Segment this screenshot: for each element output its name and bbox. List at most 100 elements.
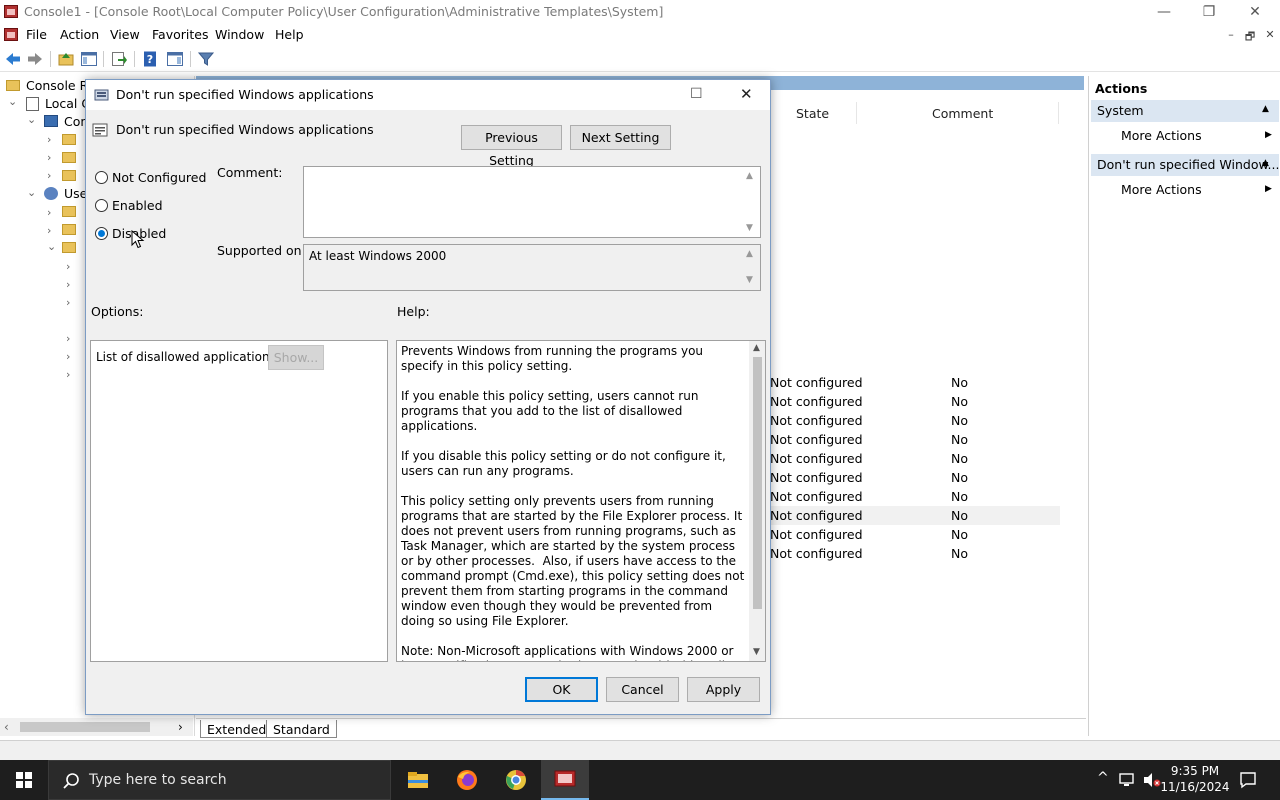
disabled-radio[interactable] [95, 227, 108, 240]
show-action-pane-icon[interactable] [166, 50, 184, 68]
export-list-icon[interactable] [110, 50, 128, 68]
submenu-arrow-icon: ▶ [1265, 184, 1272, 194]
minimize-button[interactable]: — [1141, 0, 1187, 24]
supported-scrollbar[interactable]: ▲ ▼ [743, 245, 760, 290]
tree-item-local-computer-policy[interactable]: Local C [45, 96, 90, 111]
not-configured-label[interactable]: Not Configured [112, 170, 206, 185]
table-row[interactable]: Not configured No [770, 544, 1060, 563]
chevron-right-icon[interactable]: › [47, 224, 51, 237]
next-setting-button[interactable]: Next Setting [570, 125, 671, 150]
menu-view[interactable]: View [110, 27, 140, 42]
table-row[interactable]: Not configured No [770, 392, 1060, 411]
action-more-actions[interactable]: More Actions [1121, 182, 1202, 197]
chevron-right-icon[interactable]: › [47, 206, 51, 219]
restore-button[interactable]: ❐ [1186, 0, 1232, 24]
scroll-down-arrow[interactable]: ▼ [746, 223, 753, 233]
filter-icon[interactable] [197, 50, 215, 68]
apply-button[interactable]: Apply [687, 677, 760, 702]
notification-center-icon[interactable] [1239, 771, 1257, 789]
scroll-left-arrow[interactable]: ‹ [4, 720, 9, 734]
dialog-maximize-button[interactable]: ☐ [690, 86, 703, 102]
menu-action[interactable]: Action [60, 27, 99, 42]
chevron-down-icon[interactable]: ⌄ [27, 186, 36, 199]
back-arrow-icon[interactable] [4, 50, 22, 68]
table-row-selected[interactable]: Not configured No [770, 506, 1060, 525]
chevron-down-icon[interactable]: ⌄ [27, 113, 36, 126]
taskbar-search-box[interactable]: Type here to search [48, 760, 391, 800]
chevron-right-icon[interactable]: › [47, 169, 51, 182]
chevron-right-icon[interactable]: › [47, 133, 51, 146]
console-icon[interactable] [4, 28, 18, 41]
chevron-right-icon[interactable]: › [66, 296, 70, 309]
windows-start-icon[interactable] [16, 772, 32, 788]
chevron-right-icon[interactable]: › [66, 260, 70, 273]
scroll-thumb[interactable] [20, 722, 150, 732]
enabled-label[interactable]: Enabled [112, 198, 163, 213]
not-configured-radio[interactable] [95, 171, 108, 184]
action-section-system[interactable]: System [1091, 100, 1279, 122]
menu-help[interactable]: Help [275, 27, 304, 42]
scroll-down-arrow[interactable]: ▼ [746, 275, 753, 285]
table-row[interactable]: Not configured No [770, 411, 1060, 430]
network-icon[interactable] [1118, 772, 1136, 788]
menu-file[interactable]: File [26, 27, 47, 42]
up-folder-icon[interactable] [57, 50, 75, 68]
enabled-radio[interactable] [95, 199, 108, 212]
help-scroll-thumb[interactable] [753, 357, 762, 609]
tab-standard[interactable]: Standard [266, 720, 337, 738]
comment-textarea[interactable]: ▲ ▼ [303, 166, 761, 238]
table-row[interactable]: Not configured No [770, 468, 1060, 487]
collapse-up-icon[interactable]: ▲ [1262, 158, 1269, 168]
taskbar-chrome[interactable] [492, 760, 540, 800]
chevron-down-icon[interactable]: ⌄ [47, 240, 56, 253]
mdi-close-button[interactable]: ✕ [1261, 28, 1279, 41]
cancel-button[interactable]: Cancel [606, 677, 679, 702]
forward-arrow-icon[interactable] [26, 50, 44, 68]
dialog-close-button[interactable]: ✕ [740, 85, 753, 103]
chevron-down-icon[interactable]: ⌄ [8, 95, 17, 108]
volume-muted-icon[interactable] [1142, 772, 1162, 788]
close-button[interactable]: ✕ [1232, 0, 1278, 24]
chevron-right-icon[interactable]: › [66, 278, 70, 291]
mdi-minimize-button[interactable]: – [1222, 28, 1240, 41]
action-more-actions[interactable]: More Actions [1121, 128, 1202, 143]
taskbar-firefox[interactable] [443, 760, 491, 800]
action-section-policy[interactable]: Don't run specified Window... [1091, 154, 1279, 176]
table-row[interactable]: Not configured No [770, 373, 1060, 392]
scroll-right-arrow[interactable]: › [178, 720, 183, 734]
menu-favorites[interactable]: Favorites [152, 27, 208, 42]
help-icon[interactable]: ? [142, 50, 160, 68]
table-row[interactable]: Not configured No [770, 430, 1060, 449]
table-row[interactable]: Not configured No [770, 487, 1060, 506]
tray-overflow-chevron-icon[interactable]: ^ [1097, 770, 1109, 786]
comment-scrollbar[interactable]: ▲ ▼ [743, 167, 760, 237]
chevron-right-icon[interactable]: › [66, 368, 70, 381]
scroll-up-arrow[interactable]: ▲ [746, 249, 753, 259]
column-header-comment[interactable]: Comment [932, 106, 993, 121]
policy-document-icon [26, 97, 39, 111]
ok-button[interactable]: OK [525, 677, 598, 702]
mdi-restore-button[interactable]: 🗗 [1241, 28, 1259, 47]
chevron-right-icon[interactable]: › [66, 350, 70, 363]
scroll-up-arrow[interactable]: ▲ [746, 171, 753, 181]
system-clock[interactable]: 9:35 PM 11/16/2024 [1160, 763, 1230, 795]
chevron-right-icon[interactable]: › [66, 332, 70, 345]
scroll-up-arrow[interactable]: ▲ [753, 343, 760, 353]
column-header-state[interactable]: State [796, 106, 829, 121]
help-scrollbar[interactable]: ▲ ▼ [749, 341, 765, 661]
tree-horizontal-scrollbar[interactable]: ‹ › [0, 718, 193, 736]
previous-setting-button[interactable]: Previous Setting [461, 125, 562, 168]
row-state: Not configured [770, 546, 863, 561]
show-hide-tree-icon[interactable] [80, 50, 98, 68]
taskbar-mmc-console[interactable] [541, 760, 589, 800]
chevron-right-icon[interactable]: › [47, 151, 51, 164]
collapse-up-icon[interactable]: ▲ [1262, 104, 1269, 114]
table-row[interactable]: Not configured No [770, 449, 1060, 468]
taskbar-file-explorer[interactable] [394, 760, 442, 800]
tab-extended[interactable]: Extended [200, 720, 274, 738]
menu-window[interactable]: Window [215, 27, 264, 42]
supported-on-label: Supported on: [217, 243, 306, 258]
scroll-down-arrow[interactable]: ▼ [753, 647, 760, 657]
show-button[interactable]: Show... [268, 345, 324, 370]
table-row[interactable]: Not configured No [770, 525, 1060, 544]
